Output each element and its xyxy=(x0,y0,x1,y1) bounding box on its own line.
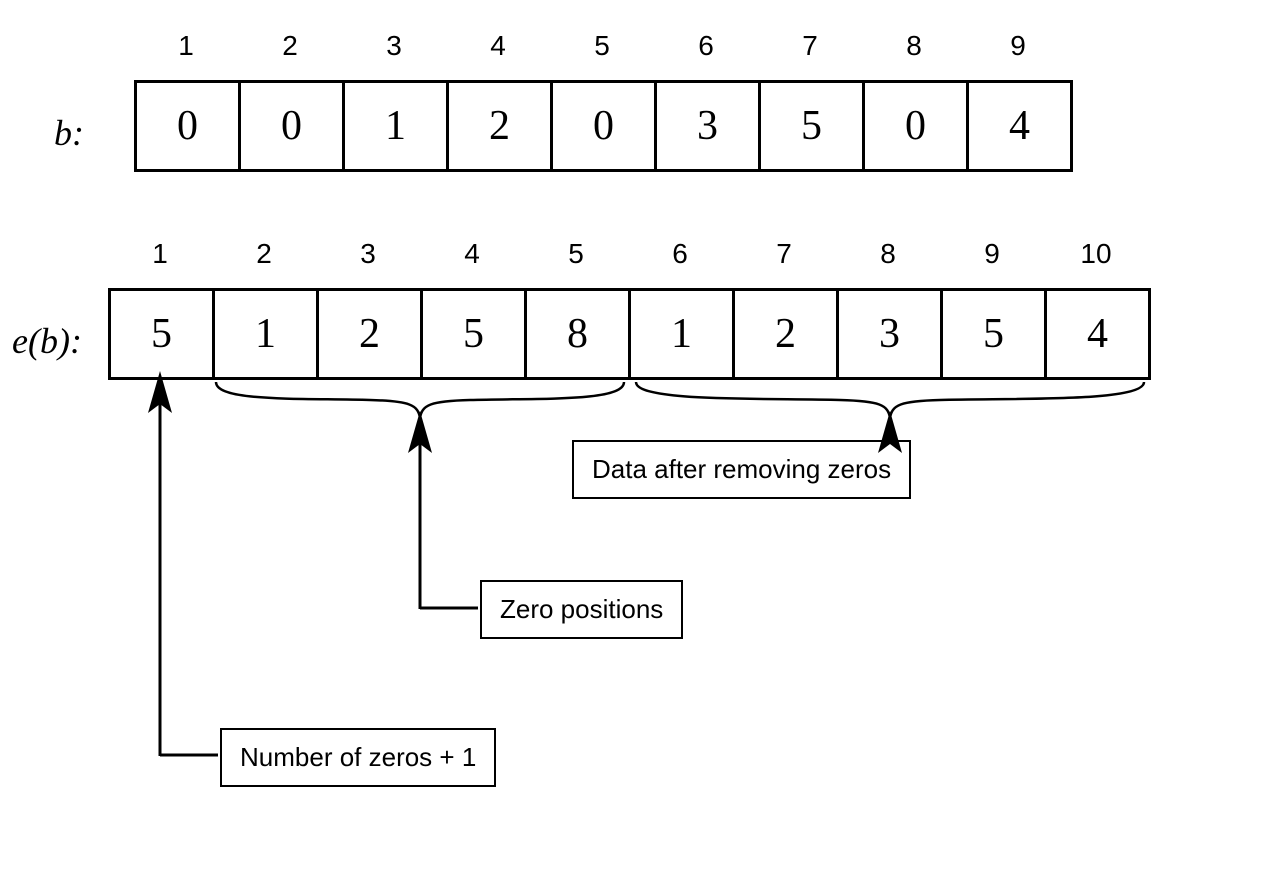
array-cell: 5 xyxy=(423,291,527,377)
array-cell: 5 xyxy=(111,291,215,377)
b-index-row: 1 2 3 4 5 6 7 8 9 xyxy=(134,30,1070,62)
index-cell: 8 xyxy=(836,238,940,270)
b-array: 0 0 1 2 0 3 5 0 4 xyxy=(134,80,1073,172)
index-cell: 4 xyxy=(446,30,550,62)
index-cell: 3 xyxy=(342,30,446,62)
eb-array: 5 1 2 5 8 1 2 3 5 4 xyxy=(108,288,1151,380)
array-cell: 0 xyxy=(241,83,345,169)
array-cell: 2 xyxy=(449,83,553,169)
array-cell: 0 xyxy=(137,83,241,169)
index-cell: 1 xyxy=(108,238,212,270)
array-cell: 3 xyxy=(657,83,761,169)
index-cell: 6 xyxy=(628,238,732,270)
index-cell: 6 xyxy=(654,30,758,62)
array-cell: 8 xyxy=(527,291,631,377)
array-cell: 1 xyxy=(215,291,319,377)
annotation-zero-positions: Zero positions xyxy=(480,580,683,639)
array-cell: 2 xyxy=(319,291,423,377)
index-cell: 9 xyxy=(966,30,1070,62)
index-cell: 5 xyxy=(550,30,654,62)
array-cell: 2 xyxy=(735,291,839,377)
index-cell: 8 xyxy=(862,30,966,62)
index-cell: 4 xyxy=(420,238,524,270)
array-cell: 0 xyxy=(553,83,657,169)
index-cell: 7 xyxy=(732,238,836,270)
index-cell: 7 xyxy=(758,30,862,62)
index-cell: 1 xyxy=(134,30,238,62)
annotation-num-zeros: Number of zeros + 1 xyxy=(220,728,496,787)
index-cell: 10 xyxy=(1044,238,1148,270)
array-cell: 4 xyxy=(969,83,1070,169)
array-cell: 3 xyxy=(839,291,943,377)
index-cell: 5 xyxy=(524,238,628,270)
index-cell: 3 xyxy=(316,238,420,270)
index-cell: 2 xyxy=(238,30,342,62)
array-cell: 1 xyxy=(345,83,449,169)
array-cell: 5 xyxy=(761,83,865,169)
index-cell: 9 xyxy=(940,238,1044,270)
array-cell: 4 xyxy=(1047,291,1148,377)
annotation-data-after: Data after removing zeros xyxy=(572,440,911,499)
array-cell: 1 xyxy=(631,291,735,377)
index-cell: 2 xyxy=(212,238,316,270)
label-b: b: xyxy=(54,112,84,154)
array-cell: 0 xyxy=(865,83,969,169)
eb-index-row: 1 2 3 4 5 6 7 8 9 10 xyxy=(108,238,1148,270)
label-eb: e(b): xyxy=(12,320,82,362)
diagram-canvas: b: 1 2 3 4 5 6 7 8 9 0 0 1 2 0 3 5 0 4 e… xyxy=(0,0,1264,869)
array-cell: 5 xyxy=(943,291,1047,377)
